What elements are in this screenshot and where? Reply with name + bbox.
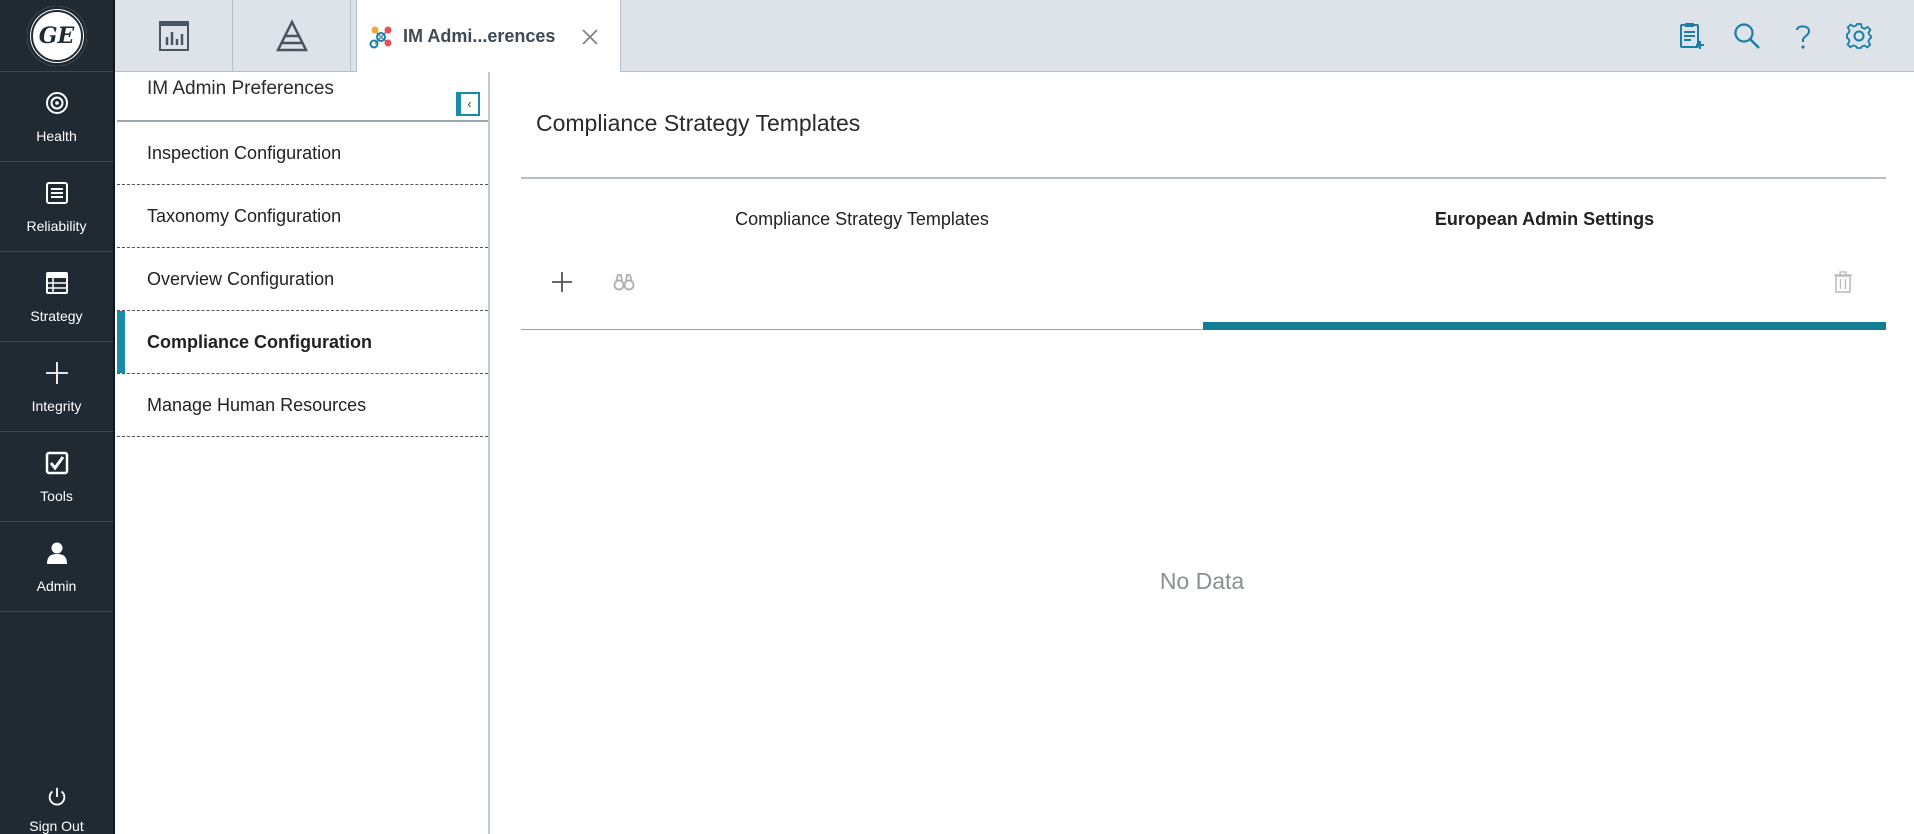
sign-out-label: Sign Out — [29, 818, 84, 834]
logo-cell: GE — [0, 0, 113, 72]
gear-icon[interactable] — [1844, 21, 1874, 51]
tab-dashboard[interactable] — [115, 0, 233, 72]
nav-label-strategy: Strategy — [30, 307, 83, 324]
top-tab-bar: IM Admi...erences — [115, 0, 1914, 73]
plus-icon — [552, 272, 572, 292]
main-content: Compliance Strategy Templates Compliance… — [490, 72, 1914, 834]
preferences-panel: IM Admin Preferences ‹ Inspection Config… — [117, 72, 490, 834]
user-icon — [46, 542, 67, 564]
page-title: Compliance Strategy Templates — [536, 110, 861, 136]
nav-item-admin[interactable]: Admin — [0, 522, 113, 612]
delete-button[interactable] — [1828, 267, 1858, 297]
nav-label-admin: Admin — [36, 577, 77, 594]
nav-label-reliability: Reliability — [26, 217, 87, 234]
subtab-label: Compliance Strategy Templates — [735, 209, 989, 229]
nav-item-strategy[interactable]: Strategy — [0, 252, 113, 342]
tab-pyramid[interactable] — [233, 0, 351, 72]
target-icon — [45, 91, 68, 114]
dashboard-icon — [158, 21, 189, 51]
pref-item-label: Overview Configuration — [147, 268, 335, 289]
subtab-compliance-strategy-templates[interactable]: Compliance Strategy Templates — [521, 179, 1203, 330]
subtab-european-admin-settings[interactable]: European Admin Settings — [1203, 179, 1886, 330]
nav-item-health[interactable]: Health — [0, 72, 113, 162]
clipboard-add-icon[interactable] — [1676, 21, 1706, 51]
help-icon[interactable] — [1788, 21, 1818, 51]
nav-item-integrity[interactable]: Integrity — [0, 342, 113, 432]
search-icon[interactable] — [1732, 21, 1762, 51]
nav-rail: GE Health Reliability Strategy Integrity… — [0, 0, 115, 834]
collapse-panel-button[interactable]: ‹ — [456, 92, 480, 116]
chevron-left-icon: ‹ — [467, 97, 472, 111]
power-icon — [48, 787, 65, 806]
network-icon — [369, 26, 392, 48]
binoculars-icon — [613, 274, 635, 291]
nav-label-integrity: Integrity — [31, 397, 82, 414]
ge-logo[interactable]: GE — [26, 5, 87, 66]
nav-item-tools[interactable]: Tools — [0, 432, 113, 522]
pref-item-compliance-configuration[interactable]: Compliance Configuration — [117, 311, 488, 374]
subtab-label: European Admin Settings — [1434, 209, 1655, 229]
add-button[interactable] — [547, 267, 577, 297]
pref-item-overview-configuration[interactable]: Overview Configuration — [117, 248, 488, 311]
document-icon — [45, 181, 68, 204]
pref-item-inspection-configuration[interactable]: Inspection Configuration — [117, 122, 488, 185]
pref-item-manage-human-resources[interactable]: Manage Human Resources — [117, 374, 488, 437]
pref-item-label: Manage Human Resources — [147, 394, 367, 415]
pref-item-label: Taxonomy Configuration — [147, 205, 342, 226]
tab-title: IM Admi...erences — [403, 26, 556, 46]
empty-state-text: No Data — [1159, 568, 1245, 594]
trash-icon — [1834, 271, 1852, 293]
top-actions — [1676, 0, 1874, 72]
nav-label-tools: Tools — [40, 487, 73, 504]
nav-label-health: Health — [36, 127, 77, 144]
pref-item-label: Compliance Configuration — [147, 331, 372, 352]
find-button[interactable] — [609, 267, 639, 297]
table-icon — [45, 271, 68, 294]
pref-item-label: Inspection Configuration — [147, 142, 342, 163]
pyramid-icon — [275, 19, 308, 52]
plus-icon — [45, 361, 68, 384]
checkbox-icon — [45, 451, 68, 474]
ge-logo-text: GE — [30, 9, 83, 62]
preferences-header: IM Admin Preferences ‹ — [117, 72, 488, 122]
preferences-title: IM Admin Preferences — [147, 78, 334, 99]
close-icon[interactable] — [581, 28, 599, 46]
sign-out-button[interactable]: Sign Out — [0, 770, 113, 834]
pref-item-taxonomy-configuration[interactable]: Taxonomy Configuration — [117, 185, 488, 248]
tab-im-admin-preferences[interactable]: IM Admi...erences — [356, 0, 621, 73]
nav-item-reliability[interactable]: Reliability — [0, 162, 113, 252]
